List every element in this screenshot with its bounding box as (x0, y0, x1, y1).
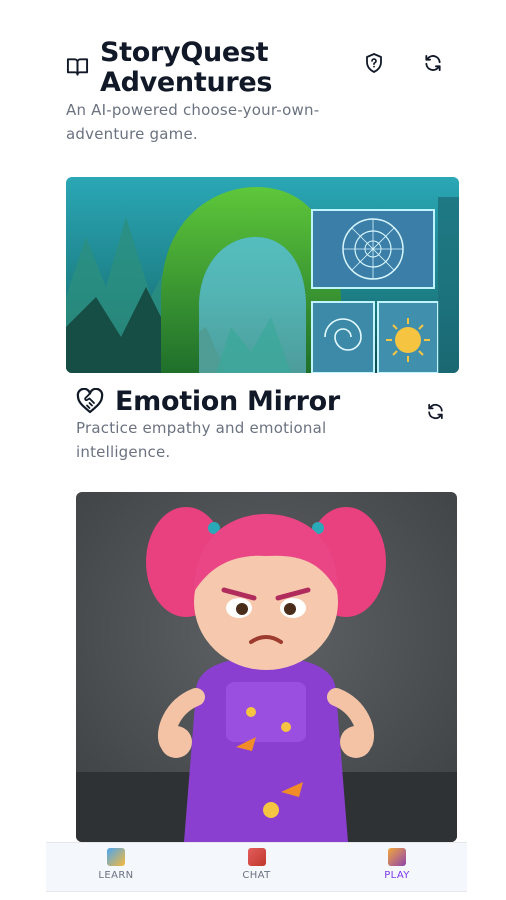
bottom-nav: LEARN CHAT PLAY (46, 842, 467, 892)
nav-item-play[interactable]: PLAY (327, 843, 467, 891)
chat-icon (247, 848, 266, 866)
storyquest-description: An AI-powered choose-your-own- adventure… (66, 101, 320, 143)
refresh-emotion-mirror-button[interactable] (422, 398, 448, 424)
nav-label-learn: LEARN (98, 870, 134, 881)
refresh-icon (425, 55, 441, 72)
nav-label-play: PLAY (384, 870, 410, 881)
storyquest-title: StoryQuest Adventures (100, 37, 273, 98)
emotion-mirror-title: Emotion Mirror (115, 386, 340, 417)
play-icon (388, 848, 406, 866)
book-icon (66, 57, 89, 82)
nav-item-chat[interactable]: CHAT (187, 843, 327, 891)
nav-label-chat: CHAT (242, 870, 271, 881)
shield-question-icon (366, 53, 382, 73)
emotion-mirror-image[interactable] (76, 492, 457, 842)
nav-item-learn[interactable]: LEARN (46, 843, 186, 891)
refresh-icon (427, 403, 443, 419)
refresh-storyquest-button[interactable] (420, 50, 446, 76)
heart-handshake-icon (76, 387, 104, 419)
storyquest-image[interactable] (66, 177, 459, 373)
help-shield-button[interactable] (361, 50, 387, 76)
emotion-mirror-description: Practice empathy and emotional intellige… (76, 419, 327, 461)
learn-icon (107, 848, 125, 866)
